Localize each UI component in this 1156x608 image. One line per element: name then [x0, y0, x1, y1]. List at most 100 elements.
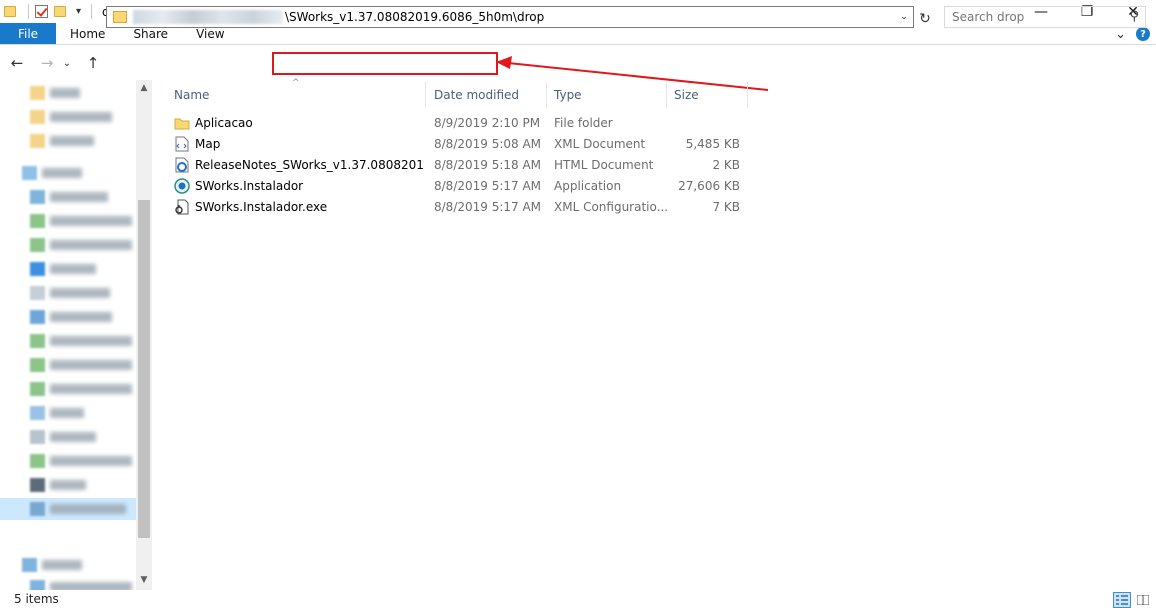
computer-icon	[22, 166, 37, 180]
file-name-cell: SWorks.Instalador	[174, 175, 424, 196]
nav-item[interactable]	[30, 130, 152, 152]
nav-item-this-pc[interactable]	[22, 162, 152, 184]
file-size: 7 KB	[712, 199, 740, 214]
network-icon	[22, 558, 37, 572]
folder-icon	[30, 110, 45, 124]
nav-item-label	[50, 456, 132, 466]
file-name: Aplicacao	[195, 115, 253, 130]
file-size: 27,606 KB	[678, 178, 740, 193]
downloads-icon	[30, 310, 45, 324]
nav-item[interactable]	[30, 330, 152, 352]
config-file-icon	[174, 199, 190, 215]
pictures-icon	[30, 430, 45, 444]
file-type: XML Configuratio...	[554, 199, 669, 214]
nav-item-label	[50, 216, 132, 226]
folder-icon	[174, 115, 190, 131]
file-date: 8/8/2019 5:17 AM	[434, 199, 542, 214]
nav-item-selected[interactable]	[0, 498, 136, 520]
column-header-type[interactable]: Type	[548, 82, 667, 108]
nav-item[interactable]	[30, 210, 152, 232]
file-date: 8/8/2019 5:17 AM	[434, 178, 542, 193]
file-type: HTML Document	[554, 157, 654, 172]
column-header-date[interactable]: Date modified	[428, 82, 547, 108]
nav-item[interactable]	[30, 258, 152, 280]
navigation-pane-scrollbar[interactable]: ▲ ▼	[136, 80, 152, 590]
file-row[interactable]: SWorks.Instalador 8/8/2019 5:17 AM Appli…	[168, 175, 748, 196]
column-header-name-label: Name	[174, 88, 210, 102]
column-header-date-label: Date modified	[434, 88, 520, 102]
column-header-type-label: Type	[554, 88, 582, 102]
file-row[interactable]: Map 8/8/2019 5:08 AM XML Document 5,485 …	[168, 133, 748, 154]
nav-item-label	[50, 312, 112, 322]
drive-icon	[30, 502, 45, 516]
file-name-cell: ReleaseNotes_SWorks_v1.37.08082019.60...	[174, 154, 424, 175]
sort-ascending-icon: ^	[292, 78, 300, 88]
nav-item-network[interactable]	[22, 554, 152, 576]
nav-item-label	[50, 192, 108, 202]
file-size: 5,485 KB	[685, 136, 740, 151]
documents-icon	[30, 286, 45, 300]
file-date: 8/8/2019 5:08 AM	[434, 136, 542, 151]
nav-item-label	[50, 582, 132, 590]
file-type: Application	[554, 178, 622, 193]
folder-icon	[30, 86, 45, 100]
nav-item-label	[50, 360, 132, 370]
nav-item-label	[50, 288, 110, 298]
file-name: SWorks.Instalador.exe	[195, 199, 328, 214]
nav-item[interactable]	[30, 234, 152, 256]
file-name-cell: Aplicacao	[174, 112, 424, 133]
nav-item[interactable]	[30, 402, 152, 424]
file-size: 2 KB	[712, 157, 740, 172]
drive-icon	[30, 190, 45, 204]
computer-icon	[30, 580, 45, 590]
details-view-icon	[1116, 595, 1128, 605]
column-header-size[interactable]: Size	[668, 82, 748, 108]
network-drive-icon	[30, 214, 45, 228]
column-header-name[interactable]: Name ^	[168, 78, 426, 108]
nav-item[interactable]	[30, 378, 152, 400]
scroll-down-icon[interactable]: ▼	[136, 572, 152, 588]
nav-item-label	[42, 560, 82, 570]
nav-item[interactable]	[30, 354, 152, 376]
nav-item-label	[50, 504, 126, 514]
file-row[interactable]: SWorks.Instalador.exe 8/8/2019 5:17 AM X…	[168, 196, 748, 217]
nav-item[interactable]	[30, 82, 152, 104]
item-count: 5 items	[14, 592, 59, 606]
large-icons-view-button[interactable]	[1134, 592, 1152, 608]
xml-document-icon	[174, 136, 190, 152]
file-name-cell: SWorks.Instalador.exe	[174, 196, 424, 217]
application-icon	[174, 177, 190, 194]
file-date: 8/8/2019 5:18 AM	[434, 157, 542, 172]
nav-item[interactable]	[30, 576, 152, 590]
music-icon	[30, 406, 45, 420]
nav-item-label	[50, 384, 132, 394]
desktop-icon	[30, 262, 45, 276]
file-name: ReleaseNotes_SWorks_v1.37.08082019.60...	[195, 157, 424, 172]
scrollbar-thumb[interactable]	[138, 200, 150, 538]
nav-item-label	[50, 240, 132, 250]
html-document-icon	[174, 157, 190, 173]
large-icons-view-icon	[1137, 595, 1149, 605]
nav-item-label	[42, 168, 82, 178]
network-drive-icon	[30, 238, 45, 252]
network-drive-icon	[30, 454, 45, 468]
file-row[interactable]: ReleaseNotes_SWorks_v1.37.08082019.60...…	[168, 154, 748, 175]
nav-item-label	[50, 264, 96, 274]
folder-icon	[30, 134, 45, 148]
scroll-up-icon[interactable]: ▲	[136, 80, 152, 96]
nav-item[interactable]	[30, 186, 152, 208]
nav-item-label	[50, 88, 80, 98]
nav-item[interactable]	[30, 474, 152, 496]
videos-icon	[30, 478, 45, 492]
nav-item[interactable]	[30, 450, 152, 472]
file-name: SWorks.Instalador	[195, 178, 304, 193]
nav-item[interactable]	[30, 306, 152, 328]
nav-item[interactable]	[30, 282, 152, 304]
file-type: XML Document	[554, 136, 646, 151]
nav-item[interactable]	[30, 106, 152, 128]
nav-item-label	[50, 432, 96, 442]
details-view-button[interactable]	[1113, 592, 1131, 608]
navigation-pane: ▲ ▼	[0, 80, 152, 590]
file-row[interactable]: Aplicacao 8/9/2019 2:10 PM File folder	[168, 112, 748, 133]
nav-item[interactable]	[30, 426, 152, 448]
